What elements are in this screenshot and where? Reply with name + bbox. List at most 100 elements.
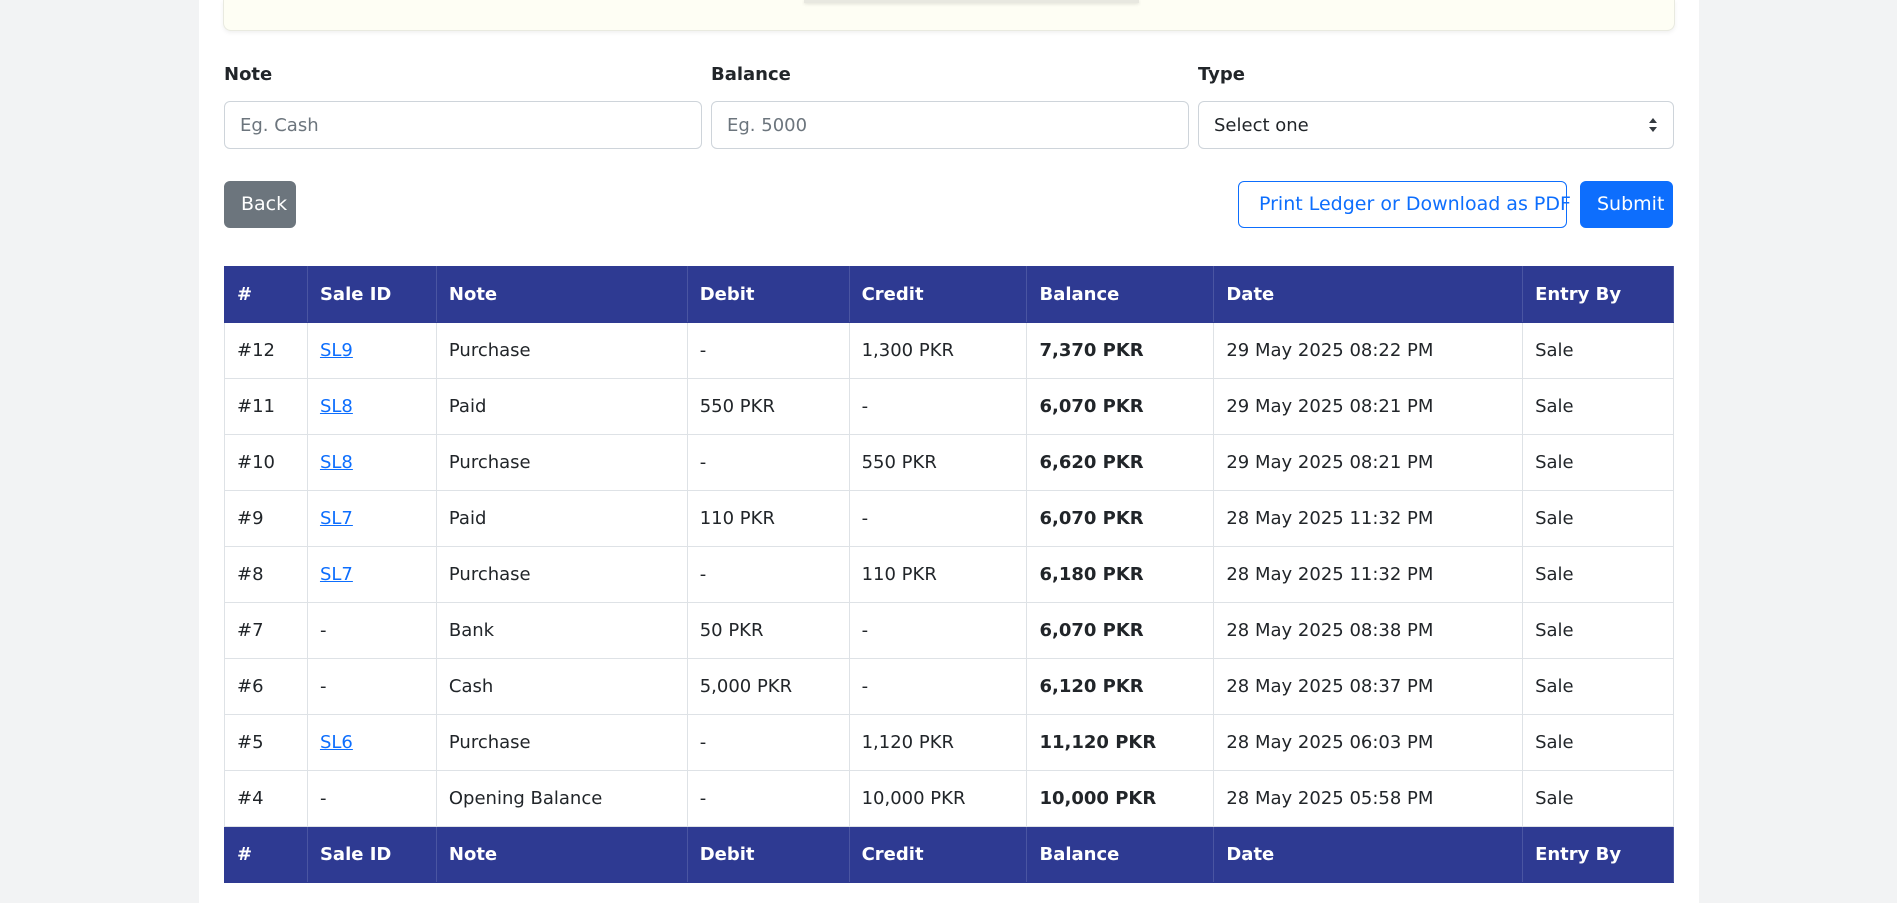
cell-entry-by: Sale xyxy=(1522,378,1674,435)
cell-sale-id: SL9 xyxy=(306,322,437,379)
cell-date: 29 May 2025 08:21 PM xyxy=(1213,378,1524,435)
cell-balance: 6,070 PKR xyxy=(1026,490,1215,547)
cell-note: Paid xyxy=(435,378,688,435)
footer-debit: Debit xyxy=(686,826,850,883)
cell-debit: - xyxy=(686,770,850,827)
cell-date: 29 May 2025 08:21 PM xyxy=(1213,434,1524,491)
cell-number: #4 xyxy=(224,770,308,827)
table-row: #9 SL7 Paid 110 PKR -6,070 PKR 28 May 2025 11… xyxy=(224,490,1674,547)
table-row: #6- Cash 5,000 PKR -6,120 PKR 28 May 2025 08… xyxy=(224,658,1674,715)
header-entry-by: Entry By xyxy=(1522,266,1674,323)
cell-date: 28 May 2025 11:32 PM xyxy=(1213,546,1524,603)
cell-number: #11 xyxy=(224,378,308,435)
cell-note: Purchase xyxy=(435,546,688,603)
ledger-table-foot: # Sale ID Note Debit Credit Balance Date… xyxy=(224,826,1674,883)
back-button[interactable]: Back xyxy=(224,181,296,228)
cell-date: 28 May 2025 08:37 PM xyxy=(1213,658,1524,715)
table-row: #8 SL7 Purchase -110 PKR 6,180 PKR 28 May 202… xyxy=(224,546,1674,603)
header-sale-id: Sale ID xyxy=(306,266,437,323)
footer-number: # xyxy=(224,826,308,883)
cell-credit: 1,300 PKR xyxy=(848,322,1028,379)
cell-entry-by: Sale xyxy=(1522,322,1674,379)
header-number: # xyxy=(224,266,308,323)
cell-balance: 7,370 PKR xyxy=(1026,322,1215,379)
cell-sale-id: - xyxy=(306,658,437,715)
footer-sale-id: Sale ID xyxy=(306,826,437,883)
cell-date: 28 May 2025 11:32 PM xyxy=(1213,490,1524,547)
cell-credit: 110 PKR xyxy=(848,546,1028,603)
cell-number: #10 xyxy=(224,434,308,491)
cell-balance: 6,070 PKR xyxy=(1026,378,1215,435)
cell-credit: - xyxy=(848,490,1028,547)
footer-balance: Balance xyxy=(1026,826,1215,883)
cell-sale-id: SL7 xyxy=(306,546,437,603)
table-row: #10 SL8 Purchase -550 PKR 6,620 PKR 29 May 20… xyxy=(224,434,1674,491)
table-row: #4- Opening Balance -10,000 PKR 10,000 PKR 2… xyxy=(224,770,1674,827)
footer-credit: Credit xyxy=(848,826,1028,883)
cell-date: 28 May 2025 05:58 PM xyxy=(1213,770,1524,827)
sale-id-link[interactable]: SL6 xyxy=(320,732,353,753)
cell-debit: - xyxy=(686,322,850,379)
ledger-table-body: #12 SL9 Purchase -1,300 PKR 7,370 PKR 29 May … xyxy=(224,322,1674,827)
cell-debit: 50 PKR xyxy=(686,602,850,659)
cell-balance: 6,180 PKR xyxy=(1026,546,1215,603)
cell-sale-id: SL8 xyxy=(306,434,437,491)
ledger-table-head: # Sale ID Note Debit Credit Balance Date… xyxy=(224,266,1674,323)
cell-note: Bank xyxy=(435,602,688,659)
type-field-group: Type Select one xyxy=(1198,62,1674,149)
cell-debit: 5,000 PKR xyxy=(686,658,850,715)
footer-note: Note xyxy=(435,826,688,883)
cell-balance: 6,070 PKR xyxy=(1026,602,1215,659)
cell-credit: 550 PKR xyxy=(848,434,1028,491)
cell-sale-id: - xyxy=(306,770,437,827)
balance-field-group: Balance xyxy=(711,62,1189,149)
sale-id-link[interactable]: SL8 xyxy=(320,452,353,473)
cell-credit: - xyxy=(848,658,1028,715)
cell-note: Paid xyxy=(435,490,688,547)
top-card-inner-bar xyxy=(804,0,1139,3)
balance-input[interactable] xyxy=(711,101,1189,149)
table-header-row: # Sale ID Note Debit Credit Balance Date… xyxy=(224,266,1674,323)
cell-entry-by: Sale xyxy=(1522,658,1674,715)
cell-balance: 11,120 PKR xyxy=(1026,714,1215,771)
footer-date: Date xyxy=(1213,826,1524,883)
cell-entry-by: Sale xyxy=(1522,546,1674,603)
cell-balance: 10,000 PKR xyxy=(1026,770,1215,827)
cell-sale-id: - xyxy=(306,602,437,659)
top-card xyxy=(223,0,1675,31)
table-footer-row: # Sale ID Note Debit Credit Balance Date… xyxy=(224,826,1674,883)
cell-credit: - xyxy=(848,602,1028,659)
cell-balance: 6,120 PKR xyxy=(1026,658,1215,715)
cell-number: #6 xyxy=(224,658,308,715)
table-row: #5 SL6 Purchase -1,120 PKR 11,120 PKR 28 May … xyxy=(224,714,1674,771)
print-ledger-button[interactable]: Print Ledger or Download as PDF xyxy=(1238,181,1571,228)
sale-id-link[interactable]: SL7 xyxy=(320,564,353,585)
cell-date: 28 May 2025 06:03 PM xyxy=(1213,714,1524,771)
type-label: Type xyxy=(1198,64,1245,85)
cell-debit: - xyxy=(686,434,850,491)
cell-balance: 6,620 PKR xyxy=(1026,434,1215,491)
cell-date: 29 May 2025 08:22 PM xyxy=(1213,322,1524,379)
cell-sale-id: SL7 xyxy=(306,490,437,547)
submit-button[interactable]: Submit xyxy=(1580,181,1673,228)
sale-id-link[interactable]: SL9 xyxy=(320,340,353,361)
sale-id-link[interactable]: SL8 xyxy=(320,396,353,417)
cell-note: Purchase xyxy=(435,434,688,491)
header-debit: Debit xyxy=(686,266,850,323)
ledger-entry-form: Note Balance Type Select one xyxy=(224,62,1674,152)
type-select[interactable]: Select one xyxy=(1198,101,1674,149)
cell-entry-by: Sale xyxy=(1522,714,1674,771)
note-label: Note xyxy=(224,64,273,85)
cell-note: Opening Balance xyxy=(435,770,688,827)
cell-number: #9 xyxy=(224,490,308,547)
sale-id-link[interactable]: SL7 xyxy=(320,508,353,529)
cell-credit: 1,120 PKR xyxy=(848,714,1028,771)
note-field-group: Note xyxy=(224,62,702,149)
cell-credit: 10,000 PKR xyxy=(848,770,1028,827)
cell-date: 28 May 2025 08:38 PM xyxy=(1213,602,1524,659)
header-note: Note xyxy=(435,266,688,323)
print-ledger-label: Print Ledger or Download as PDF xyxy=(1259,193,1571,215)
cell-sale-id: SL6 xyxy=(306,714,437,771)
note-input[interactable] xyxy=(224,101,702,149)
table-row: #7- Bank 50 PKR -6,070 PKR 28 May 2025 08:38… xyxy=(224,602,1674,659)
